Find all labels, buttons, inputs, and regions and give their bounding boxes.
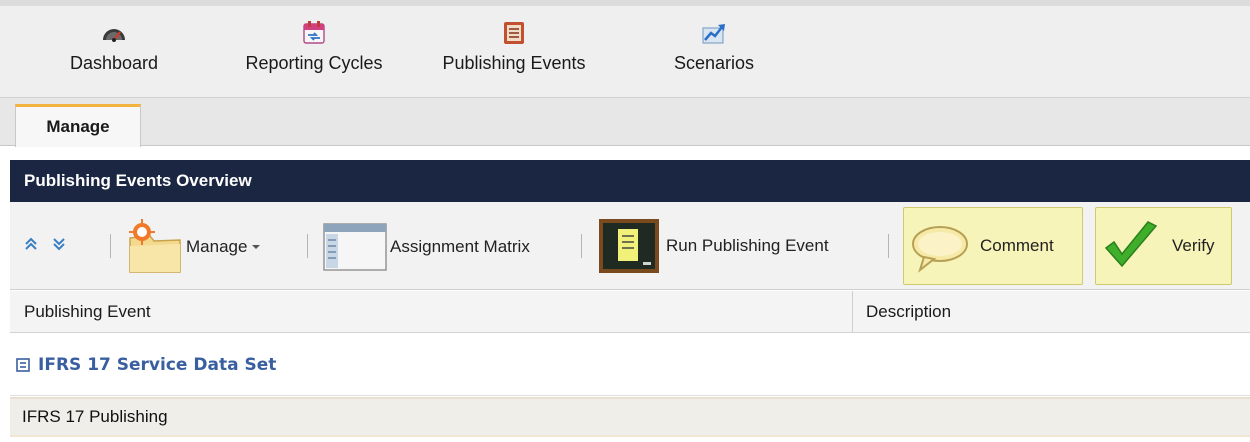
nav-dashboard-label: Dashboard xyxy=(69,53,159,73)
column-divider[interactable] xyxy=(852,291,853,333)
collapse-all-button[interactable] xyxy=(52,236,66,252)
toolbar-separator xyxy=(888,234,889,258)
manage-label: Manage xyxy=(186,237,248,256)
folder-star-icon xyxy=(129,219,181,273)
toolbar-separator xyxy=(110,234,111,258)
speech-bubble-icon xyxy=(912,226,968,273)
toolbar-separator xyxy=(581,234,582,258)
top-navigation-bar: Dashboard Reporting Cycles Publishing Ev… xyxy=(0,0,1250,98)
collapse-toggle-icon[interactable] xyxy=(16,357,30,372)
event-list-icon xyxy=(504,22,524,44)
nav-scenarios-label: Scenarios xyxy=(673,53,755,73)
comment-button[interactable]: Comment xyxy=(903,207,1083,285)
expand-all-button[interactable] xyxy=(24,236,38,252)
tab-manage[interactable]: Manage xyxy=(15,104,141,147)
calendar-icon xyxy=(303,21,325,44)
nav-reporting-cycles-label: Reporting Cycles xyxy=(245,53,383,73)
grid-header: Publishing Event Description xyxy=(10,291,1250,333)
table-row[interactable]: IFRS 17 Publishing xyxy=(10,397,1250,437)
chart-arrow-icon xyxy=(702,24,725,44)
assignment-matrix-label: Assignment Matrix xyxy=(390,237,530,256)
nav-publishing-events-label: Publishing Events xyxy=(442,53,586,73)
group-label[interactable]: IFRS 17 Service Data Set xyxy=(38,355,276,375)
nav-publishing-events-button[interactable]: Publishing Events xyxy=(424,20,604,74)
caret-down-icon xyxy=(252,245,261,249)
comment-label: Comment xyxy=(980,236,1054,255)
nav-dashboard-button[interactable]: Dashboard xyxy=(24,20,204,74)
toolbar-separator xyxy=(307,234,308,258)
column-header-publishing-event[interactable]: Publishing Event xyxy=(24,291,151,333)
toolbar: Manage Assignment Matrix Run Publishing … xyxy=(10,202,1250,290)
row-publishing-event-name: IFRS 17 Publishing xyxy=(22,407,168,426)
speedometer-icon xyxy=(103,29,125,42)
nav-reporting-cycles-button[interactable]: Reporting Cycles xyxy=(224,20,404,74)
run-publishing-event-button[interactable]: Run Publishing Event xyxy=(598,218,829,274)
run-publishing-event-label: Run Publishing Event xyxy=(666,236,829,255)
verify-button[interactable]: Verify xyxy=(1095,207,1232,285)
column-header-description[interactable]: Description xyxy=(866,291,951,333)
window-matrix-icon xyxy=(323,223,387,271)
group-row[interactable]: IFRS 17 Service Data Set xyxy=(10,334,1250,396)
chalkboard-icon xyxy=(599,219,659,273)
manage-dropdown-button[interactable]: Manage xyxy=(124,216,262,278)
double-chevron-up-icon xyxy=(25,237,37,250)
nav-scenarios-button[interactable]: Scenarios xyxy=(624,20,804,74)
verify-label: Verify xyxy=(1172,236,1215,255)
tab-strip: Manage xyxy=(0,98,1250,147)
panel-title: Publishing Events Overview xyxy=(10,160,1250,202)
assignment-matrix-button[interactable]: Assignment Matrix xyxy=(322,222,530,272)
double-chevron-down-icon xyxy=(53,238,65,251)
checkmark-icon xyxy=(1104,221,1158,268)
